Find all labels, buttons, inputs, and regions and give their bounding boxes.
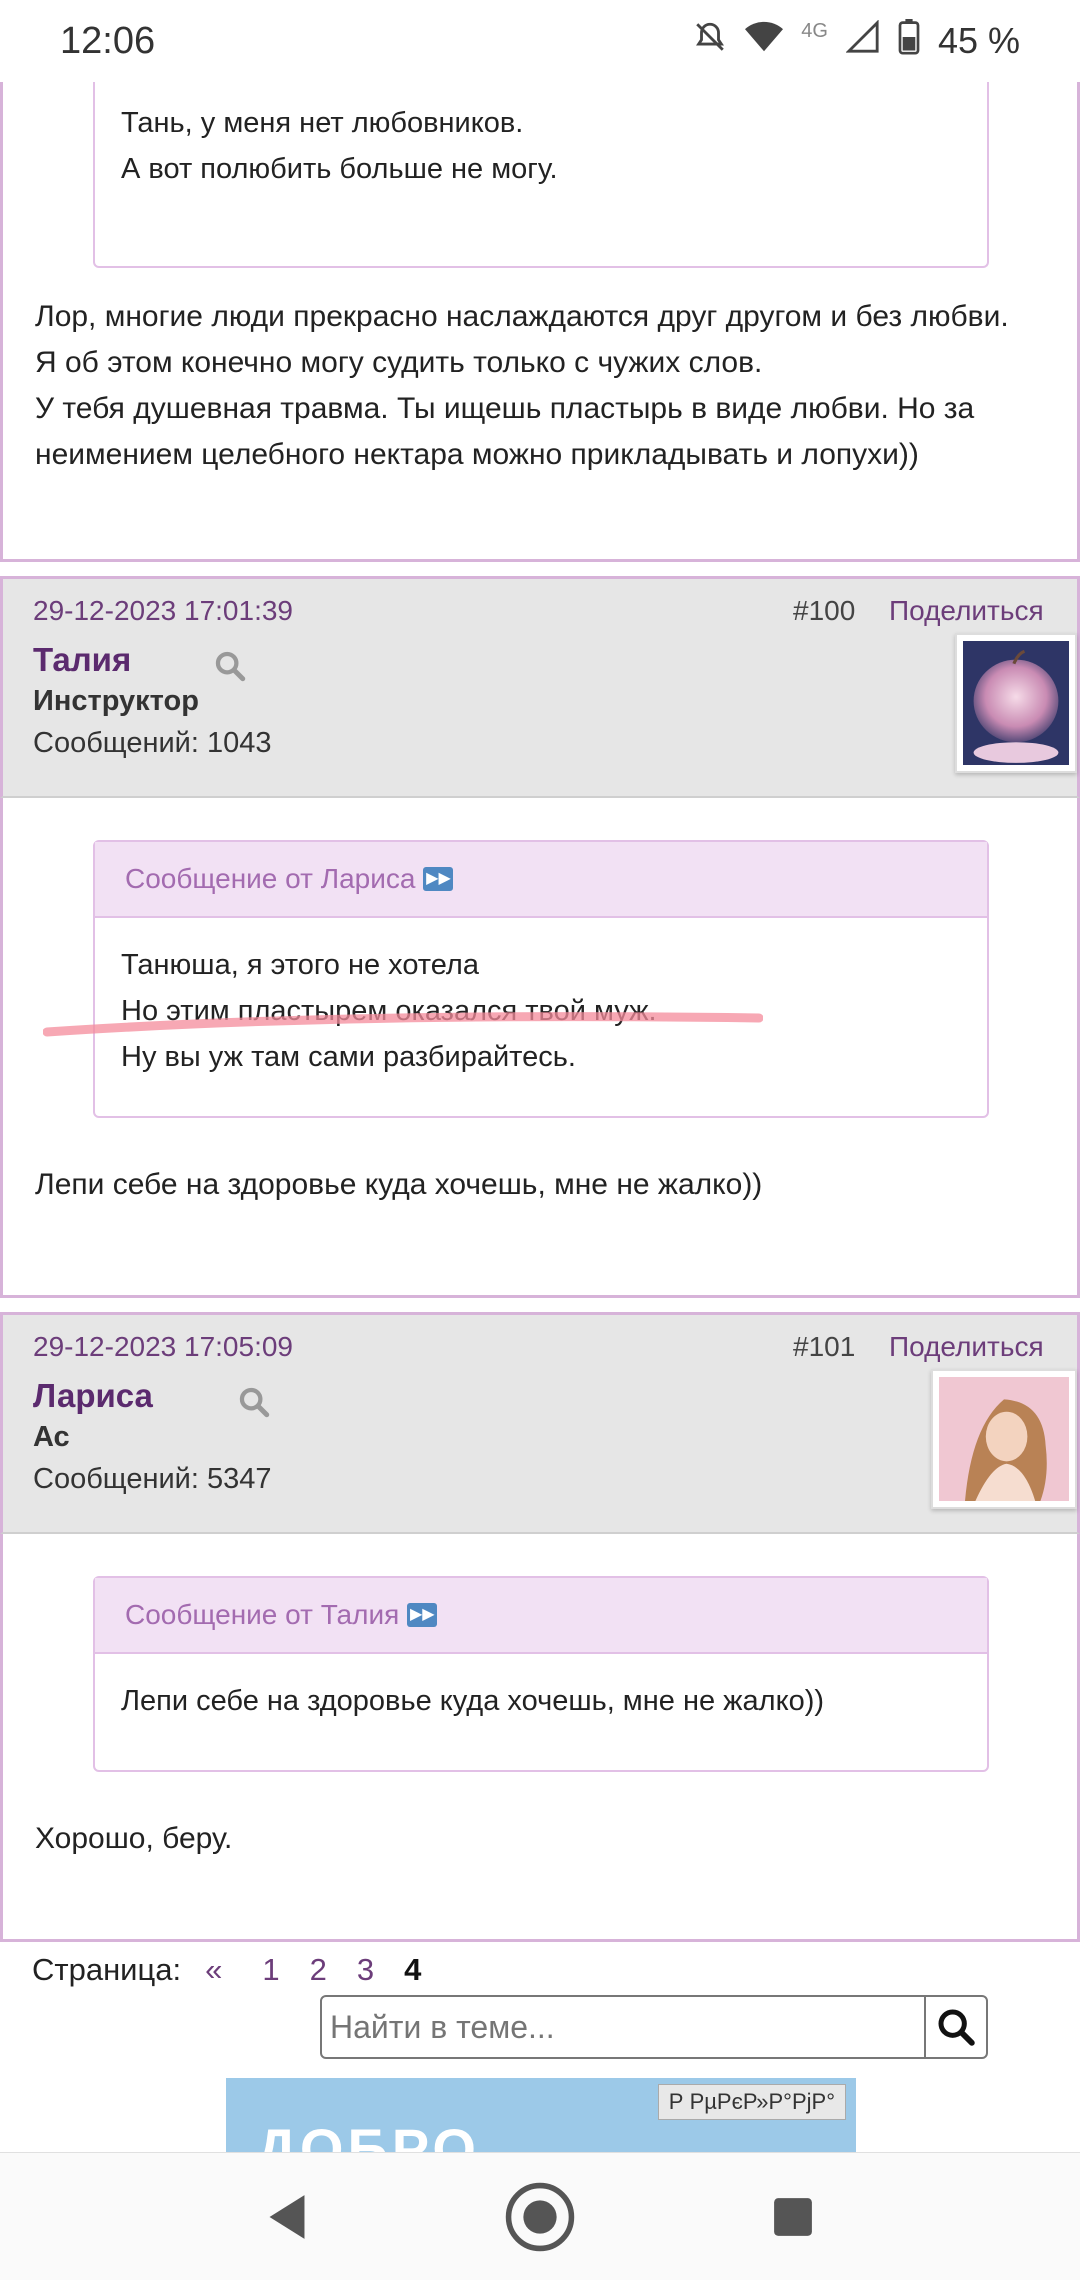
recents-button[interactable]: [748, 2172, 838, 2262]
text-line: Хорошо, беру.: [35, 1822, 233, 1855]
mute-icon: [693, 20, 727, 63]
status-icons: 4G 45 %: [693, 18, 1020, 64]
post-number[interactable]: #100: [793, 595, 855, 627]
home-icon: [505, 2182, 575, 2251]
pagination-prev[interactable]: «: [205, 1952, 222, 1988]
post-date: 29-12-2023 17:01:39: [33, 595, 293, 626]
author-rank: Ас: [33, 1421, 70, 1453]
clock: 12:06: [60, 19, 156, 62]
battery-percent: 45 %: [937, 20, 1020, 61]
quote-text: Тань, у меня нет любовников. А вот полюб…: [95, 82, 987, 228]
page-current: 4: [404, 1952, 422, 1987]
quote-header: Сообщение от Талия ▶▶: [95, 1578, 987, 1654]
text-line: Лор, многие люди прекрасно наслаждаются …: [35, 300, 1009, 333]
recents-icon: [774, 2197, 813, 2236]
battery-icon: [898, 18, 920, 64]
avatar[interactable]: [955, 633, 1077, 773]
thread-content: Тань, у меня нет любовников. А вот полюб…: [0, 82, 1080, 2152]
ad-label: Р РµРєР»Р°РјР°: [657, 2084, 846, 2120]
share-link[interactable]: Поделиться: [889, 595, 1044, 627]
go-to-quote-icon[interactable]: ▶▶: [423, 867, 454, 891]
text-line: У тебя душевная травма. Ты ищешь пластыр…: [35, 392, 975, 425]
post-text: Лепи себе на здоровье куда хочешь, мне н…: [3, 1162, 1077, 1208]
quote-block: Сообщение от Лариса ▶▶ Танюша, я этого н…: [93, 840, 989, 1118]
quote-block: Тань, у меня нет любовников. А вот полюб…: [93, 82, 989, 268]
quote-line: Танюша, я этого не хотела: [121, 949, 479, 981]
avatar[interactable]: [931, 1369, 1077, 1509]
share-link[interactable]: Поделиться: [889, 1331, 1044, 1363]
home-button[interactable]: [495, 2172, 585, 2262]
pagination-label: Страница:: [32, 1952, 182, 1987]
author-name[interactable]: Талия: [33, 641, 131, 679]
post-body-prev: Тань, у меня нет любовников. А вот полюб…: [0, 82, 1080, 562]
page-link-2[interactable]: 2: [310, 1952, 327, 1988]
status-bar: 12:06 4G 45 %: [0, 0, 1080, 82]
quote-line: Тань, у меня нет любовников.: [121, 107, 524, 139]
text-line: Лепи себе на здоровье куда хочешь, мне н…: [35, 1168, 763, 1201]
author-rank: Инструктор: [33, 685, 199, 717]
quote-line: Ну вы уж там сами разбирайтесь.: [121, 1041, 576, 1073]
page-link-1[interactable]: 1: [262, 1952, 279, 1988]
topic-search-input[interactable]: [322, 1997, 926, 2057]
quote-line: А вот полюбить больше не могу.: [121, 153, 558, 185]
banner-text: ДОБРО ПОЖАЛОВАТЬ: [256, 2117, 480, 2152]
quote-author: Сообщение от Лариса: [125, 863, 416, 894]
topic-search: [320, 1995, 988, 2059]
text-line: Я об этом конечно могу судить только с ч…: [35, 346, 763, 379]
wifi-icon: [745, 20, 784, 63]
post-header: 29-12-2023 17:05:09 #101 Поделиться Лари…: [0, 1312, 1080, 1534]
quote-author: Сообщение от Талия: [125, 1599, 400, 1630]
post-number[interactable]: #101: [793, 1331, 855, 1363]
message-count: Сообщений: 1043: [33, 727, 272, 759]
page-link-3[interactable]: 3: [357, 1952, 374, 1988]
go-to-quote-icon[interactable]: ▶▶: [407, 1603, 438, 1627]
message-count: Сообщений: 5347: [33, 1463, 272, 1495]
pagination: Страница: « 1 2 3 4: [32, 1952, 451, 1988]
post-body: Сообщение от Лариса ▶▶ Танюша, я этого н…: [0, 798, 1080, 1298]
post-body: Сообщение от Талия ▶▶ Лепи себе на здоро…: [0, 1534, 1080, 1942]
quote-block: Сообщение от Талия ▶▶ Лепи себе на здоро…: [93, 1576, 989, 1772]
text-line: неимением целебного нектара можно прикла…: [35, 438, 919, 471]
search-icon: [938, 2009, 975, 2046]
search-icon[interactable]: [237, 1385, 271, 1419]
red-underline-annotation: [43, 1012, 763, 1037]
back-button[interactable]: [242, 2172, 332, 2262]
system-nav-bar: [0, 2152, 1080, 2280]
signal-icon: [845, 18, 880, 63]
post-text: Лор, многие люди прекрасно наслаждаются …: [3, 294, 1077, 478]
quote-line: Лепи себе на здоровье куда хочешь, мне н…: [121, 1685, 825, 1717]
search-icon[interactable]: [213, 649, 247, 683]
post-date: 29-12-2023 17:05:09: [33, 1331, 293, 1362]
post-header: 29-12-2023 17:01:39 #100 Поделиться Тали…: [0, 576, 1080, 798]
topic-search-button[interactable]: [926, 1997, 986, 2057]
post-text: Хорошо, беру.: [3, 1816, 1077, 1862]
back-icon: [269, 2194, 305, 2239]
ad-banner[interactable]: ДОБРО ПОЖАЛОВАТЬ Р РµРєР»Р°РјР°: [226, 2078, 856, 2152]
quote-text: Лепи себе на здоровье куда хочешь, мне н…: [95, 1654, 987, 1770]
network-type: 4G: [801, 19, 828, 42]
author-name[interactable]: Лариса: [33, 1377, 153, 1415]
quote-header: Сообщение от Лариса ▶▶: [95, 842, 987, 918]
